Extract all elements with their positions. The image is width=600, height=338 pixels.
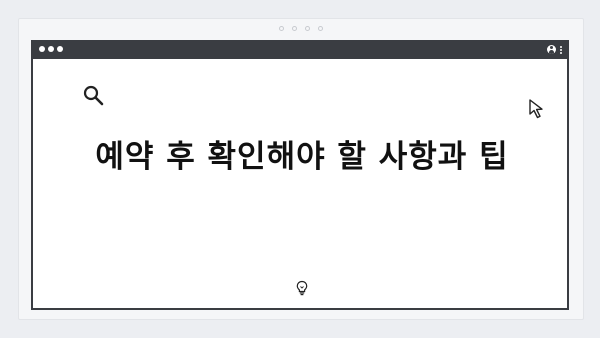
- window-dot-icon: [48, 46, 54, 52]
- search-icon: [83, 85, 104, 106]
- lightbulb-icon: [296, 280, 308, 296]
- browser-bar-icons: [547, 45, 562, 54]
- kebab-menu-icon[interactable]: [560, 45, 562, 54]
- window-dot-icon: [39, 46, 45, 52]
- window-controls: [39, 46, 63, 52]
- browser-title-bar: [33, 42, 567, 59]
- browser-window: 예약 후 확인해야 할 사항과 팁: [31, 40, 569, 310]
- decoration-dot: [279, 26, 284, 31]
- cursor-arrow-icon: [529, 99, 543, 119]
- decoration-dot: [318, 26, 323, 31]
- decoration-dot: [292, 26, 297, 31]
- user-icon[interactable]: [547, 45, 556, 54]
- frame-decoration-dots: [19, 26, 583, 34]
- decoration-dot: [305, 26, 310, 31]
- page-title: 예약 후 확인해야 할 사항과 팁: [95, 139, 509, 175]
- window-dot-icon: [57, 46, 63, 52]
